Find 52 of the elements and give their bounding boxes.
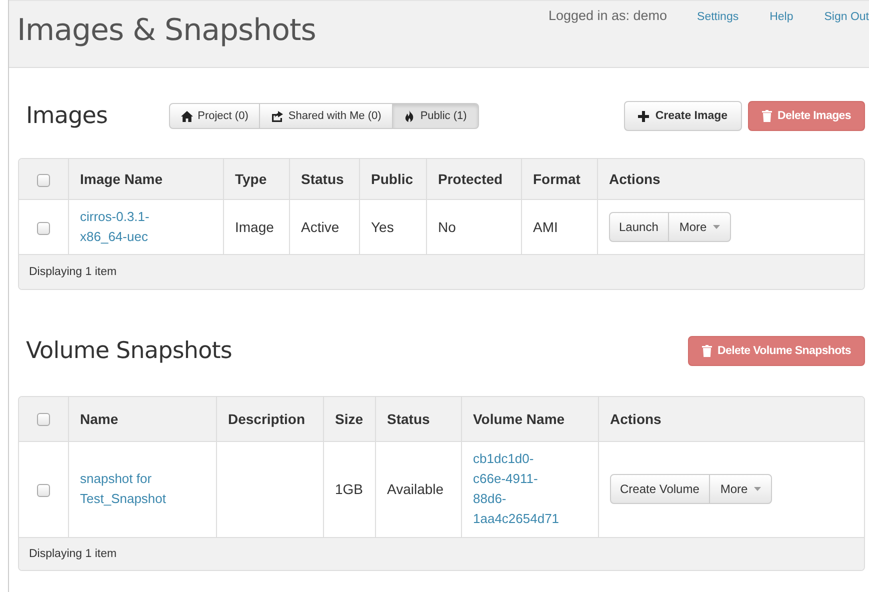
- table-cell-text: Yes: [371, 218, 394, 235]
- table-cell-text: 1GB: [335, 481, 364, 498]
- checkbox[interactable]: [37, 222, 50, 235]
- caret-icon: [712, 224, 720, 229]
- header-link[interactable]: Sign Out: [824, 11, 869, 23]
- page-title: Images & Snapshots: [17, 13, 317, 48]
- column-header: Protected: [426, 159, 522, 200]
- column-header: Actions: [598, 159, 864, 200]
- filter-tab[interactable]: Shared with Me (0): [259, 103, 394, 129]
- column-header: Actions: [598, 396, 864, 441]
- table-link[interactable]: snapshot for Test_Snapshot: [80, 469, 185, 510]
- flame-icon: [404, 110, 416, 122]
- table-link[interactable]: cb1dc1d0-c66e-4911-88d6-1aa4c2654d71: [473, 449, 565, 530]
- column-header: Size: [324, 396, 376, 441]
- column-header: Status: [290, 159, 360, 200]
- table-link[interactable]: cirros-0.3.1-x86_64-uec: [80, 206, 158, 247]
- section-title: Images: [26, 103, 108, 129]
- home-icon: [180, 110, 193, 122]
- column-header: Image Name: [68, 159, 224, 200]
- column-header: Format: [522, 159, 598, 200]
- table-footer-text: Displaying 1 item: [19, 254, 864, 288]
- section-title: Volume Snapshots: [26, 338, 232, 364]
- table-cell-text: AMI: [533, 218, 558, 235]
- table-cell-text: Available: [387, 481, 444, 498]
- checkbox[interactable]: [37, 413, 50, 426]
- filter-tab[interactable]: Project (0): [168, 103, 260, 129]
- header-link[interactable]: Settings: [697, 11, 739, 23]
- table-cell-text: Active: [301, 218, 340, 235]
- trash-icon: [702, 344, 712, 356]
- create-button[interactable]: Create Image: [624, 101, 742, 131]
- column-header: Volume Name: [462, 396, 598, 441]
- column-header: Name: [68, 396, 216, 441]
- more-dropdown-button[interactable]: More: [668, 212, 731, 242]
- filter-tab[interactable]: Public (1): [392, 103, 479, 129]
- more-dropdown-button[interactable]: More: [709, 474, 772, 504]
- table-cell-text: No: [438, 218, 456, 235]
- plus-icon: [638, 110, 650, 122]
- checkbox[interactable]: [37, 174, 50, 187]
- table-cell-text: Image: [235, 218, 274, 235]
- table-footer-text: Displaying 1 item: [19, 537, 864, 570]
- checkbox[interactable]: [37, 484, 50, 498]
- logged-in-text: Logged in as: demo: [548, 8, 668, 23]
- column-header: Public: [360, 159, 426, 200]
- action-button[interactable]: Create Volume: [610, 474, 710, 504]
- column-header: Type: [224, 159, 290, 200]
- action-button[interactable]: Launch: [609, 212, 670, 242]
- trash-icon: [762, 110, 772, 122]
- caret-icon: [754, 487, 761, 492]
- column-header: Status: [376, 396, 462, 441]
- column-header: Description: [216, 396, 324, 441]
- header-link[interactable]: Help: [770, 11, 794, 23]
- share-icon: [271, 110, 284, 122]
